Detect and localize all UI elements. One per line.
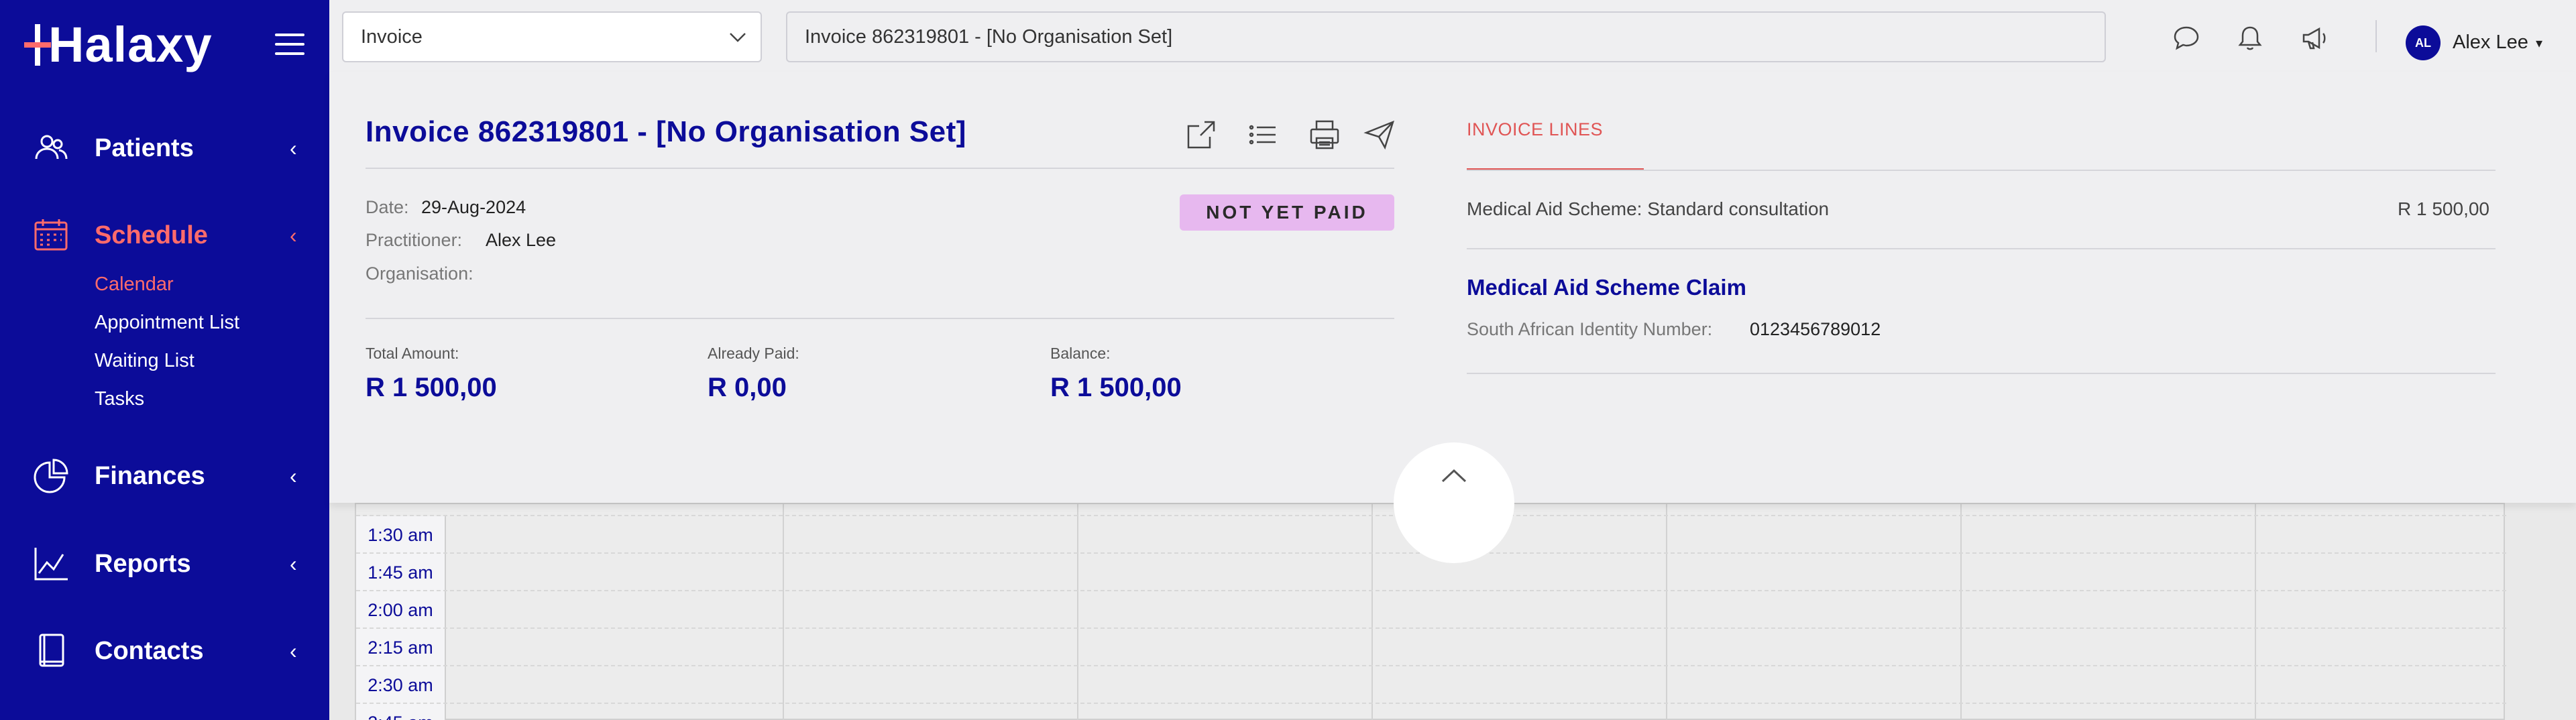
- divider: [1467, 373, 2496, 374]
- practitioner-value: Alex Lee: [486, 230, 557, 250]
- divider: [366, 168, 1394, 169]
- halaxy-logo[interactable]: Halaxy: [24, 15, 213, 75]
- people-icon: [35, 135, 68, 160]
- calendar-icon: [34, 219, 68, 251]
- record-type-select[interactable]: Invoice: [342, 11, 762, 62]
- time-slot-label: 2:15 am: [356, 629, 446, 666]
- caret-down-icon[interactable]: ▾: [2536, 35, 2542, 52]
- topbar-divider: [2375, 20, 2377, 52]
- invoice-line-amount: R 1 500,00: [2398, 198, 2489, 219]
- avatar[interactable]: AL: [2406, 25, 2441, 60]
- divider: [1467, 170, 2496, 171]
- logo-text: Halaxy: [48, 17, 213, 72]
- total-amount-label: Total Amount:: [366, 345, 459, 362]
- divider: [366, 318, 1394, 319]
- total-amount-value: R 1 500,00: [366, 373, 497, 402]
- chat-icon[interactable]: [2172, 24, 2200, 52]
- invoice-title: Invoice 862319801 - [No Organisation Set…: [366, 115, 966, 148]
- time-slot-label: 2:30 am: [356, 666, 446, 704]
- calendar-row[interactable]: 2:00 am: [356, 590, 2506, 629]
- calendar-row[interactable]: 2:15 am: [356, 627, 2506, 666]
- search-input[interactable]: Invoice 862319801 - [No Organisation Set…: [786, 11, 2106, 62]
- tab-invoice-lines[interactable]: INVOICE LINES: [1467, 119, 1603, 140]
- already-paid-label: Already Paid:: [708, 345, 799, 362]
- logo-mark-icon: [24, 21, 51, 68]
- sidebar-item-reports[interactable]: Reports ‹: [0, 537, 329, 591]
- sidebar-item-label: Contacts: [95, 636, 204, 665]
- sidebar-subitem-appointment-list[interactable]: Appointment List: [95, 312, 239, 334]
- hamburger-menu-icon[interactable]: [275, 34, 304, 58]
- calendar-row[interactable]: 2:45 am: [356, 703, 2506, 720]
- balance-label: Balance:: [1050, 345, 1111, 362]
- date-value: 29-Aug-2024: [421, 197, 526, 217]
- date-label: Date:: [366, 197, 409, 217]
- divider: [1467, 248, 2496, 249]
- organisation-label: Organisation:: [366, 263, 473, 284]
- time-slot-label: 1:30 am: [356, 516, 446, 554]
- megaphone-icon[interactable]: [2300, 24, 2329, 52]
- open-external-icon[interactable]: [1184, 118, 1218, 152]
- book-icon: [39, 634, 64, 667]
- time-slot-label: 1:45 am: [356, 554, 446, 591]
- chevron-left-icon: ‹: [290, 463, 297, 488]
- invoice-panel: Invoice 862319801 - [No Organisation Set…: [329, 72, 2576, 503]
- sidebar-item-contacts[interactable]: Contacts ‹: [0, 624, 329, 678]
- chevron-left-icon: ‹: [290, 551, 297, 576]
- sidebar-item-label: Finances: [95, 461, 205, 490]
- collapse-panel-button[interactable]: [1394, 442, 1514, 563]
- search-input-value: Invoice 862319801 - [No Organisation Set…: [805, 25, 1173, 48]
- bell-icon[interactable]: [2236, 24, 2264, 52]
- invoice-line-description: Medical Aid Scheme: Standard consultatio…: [1467, 198, 1830, 219]
- sidebar-item-schedule[interactable]: Schedule ‹: [0, 208, 329, 262]
- practitioner-label: Practitioner:: [366, 230, 463, 250]
- sidebar-item-label: Patients: [95, 133, 194, 162]
- sidebar-item-label: Schedule: [95, 221, 208, 249]
- pie-chart-icon: [34, 459, 68, 493]
- send-icon[interactable]: [1363, 118, 1396, 152]
- chevron-left-icon: ‹: [290, 638, 297, 663]
- record-type-select-value: Invoice: [361, 25, 423, 48]
- already-paid-value: R 0,00: [708, 373, 787, 402]
- chevron-left-icon: ‹: [290, 135, 297, 160]
- sidebar-item-label: Reports: [95, 549, 191, 578]
- identity-number-label: South African Identity Number:: [1467, 319, 1713, 339]
- sidebar: Halaxy Patients ‹ Schedule ‹ Calendar Ap…: [0, 0, 329, 720]
- chevron-up-icon: [1441, 469, 1467, 483]
- sidebar-subitem-waiting-list[interactable]: Waiting List: [95, 350, 194, 372]
- sidebar-subitem-calendar[interactable]: Calendar: [95, 274, 174, 296]
- time-slot-label: 2:00 am: [356, 591, 446, 629]
- identity-number-value: 0123456789012: [1750, 319, 1881, 339]
- status-badge: NOT YET PAID: [1180, 194, 1394, 231]
- list-icon[interactable]: [1246, 118, 1280, 152]
- sidebar-item-patients[interactable]: Patients ‹: [0, 121, 329, 175]
- time-slot-label: 2:45 am: [356, 704, 446, 720]
- balance-value: R 1 500,00: [1050, 373, 1182, 402]
- sidebar-subitem-tasks[interactable]: Tasks: [95, 388, 144, 410]
- line-chart-icon: [34, 548, 68, 581]
- chevron-left-icon: ‹: [290, 223, 297, 247]
- print-icon[interactable]: [1308, 118, 1341, 152]
- sidebar-item-finances[interactable]: Finances ‹: [0, 449, 329, 503]
- user-menu-name[interactable]: Alex Lee: [2453, 32, 2528, 54]
- chevron-down-icon: [730, 33, 746, 42]
- topbar: Invoice Invoice 862319801 - [No Organisa…: [329, 0, 2576, 72]
- calendar-row[interactable]: 2:30 am: [356, 665, 2506, 704]
- claim-title[interactable]: Medical Aid Scheme Claim: [1467, 275, 1746, 300]
